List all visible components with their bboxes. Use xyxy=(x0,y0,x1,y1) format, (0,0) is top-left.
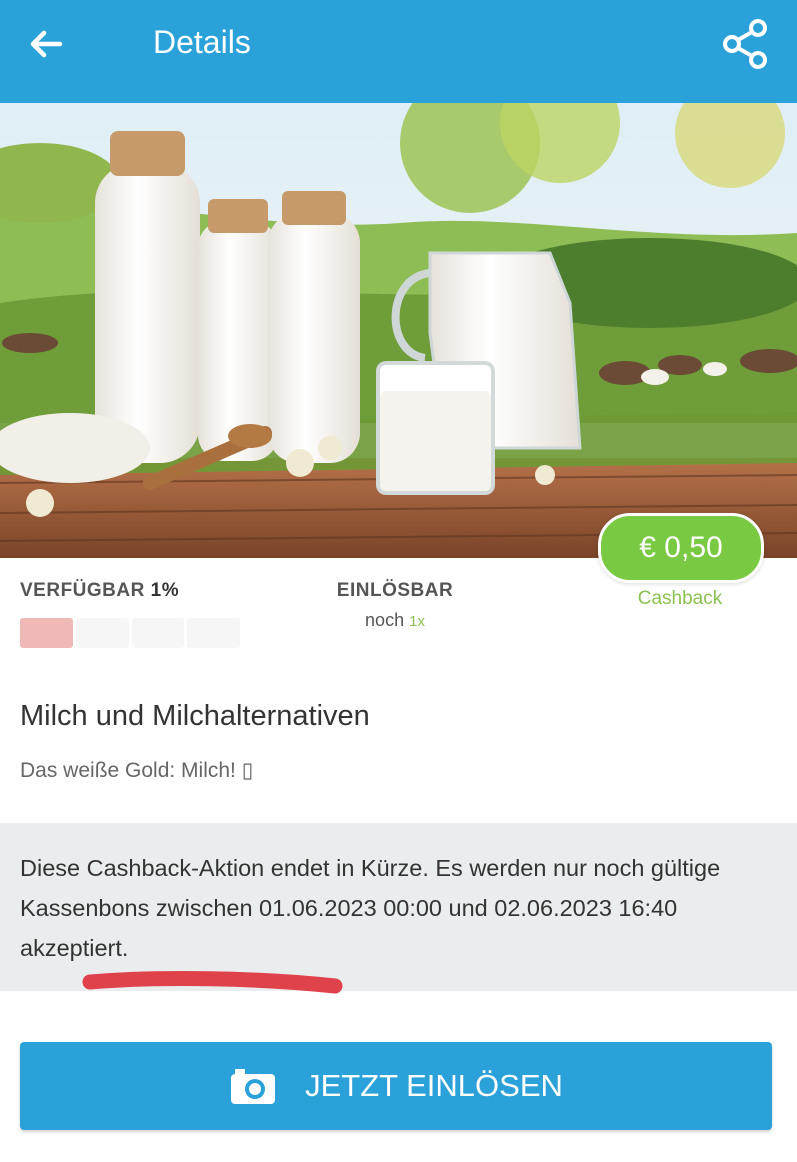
product-tagline: Das weiße Gold: Milch! ▯ xyxy=(20,759,254,782)
availability-bar xyxy=(20,618,240,648)
app-header: Details xyxy=(0,0,797,103)
availability-label-text: VERFÜGBAR xyxy=(20,580,145,601)
back-arrow-icon[interactable] xyxy=(24,22,68,66)
cashback-label: Cashback xyxy=(637,588,723,609)
product-name: Milch und Milchalternativen xyxy=(20,700,370,732)
product-hero-image xyxy=(0,103,797,558)
availability-bar-segment xyxy=(131,618,185,648)
availability-bar-segment xyxy=(187,618,240,648)
redeemable-count-value: 1x xyxy=(409,613,425,630)
notice-text: Diese Cashback-Aktion endet in Kürze. Es… xyxy=(20,855,721,961)
availability-label: VERFÜGBAR 1% xyxy=(20,580,179,602)
redeem-now-button[interactable]: JETZT EINLÖSEN xyxy=(20,1042,772,1130)
cashback-amount-badge: € 0,50 xyxy=(598,513,764,583)
redeemable-prefix: noch xyxy=(365,610,405,630)
redeemable-label: EINLÖSBAR xyxy=(336,580,454,601)
redeemable-count: noch 1x xyxy=(320,610,470,631)
page-title: Details xyxy=(153,24,251,60)
redeem-now-label: JETZT EINLÖSEN xyxy=(305,1068,563,1103)
red-underline-annotation xyxy=(82,971,343,994)
camera-icon xyxy=(231,1069,276,1104)
share-icon[interactable] xyxy=(718,16,774,72)
availability-percent: 1% xyxy=(150,580,180,601)
availability-bar-segment-filled xyxy=(20,618,73,648)
availability-bar-segment xyxy=(75,618,129,648)
